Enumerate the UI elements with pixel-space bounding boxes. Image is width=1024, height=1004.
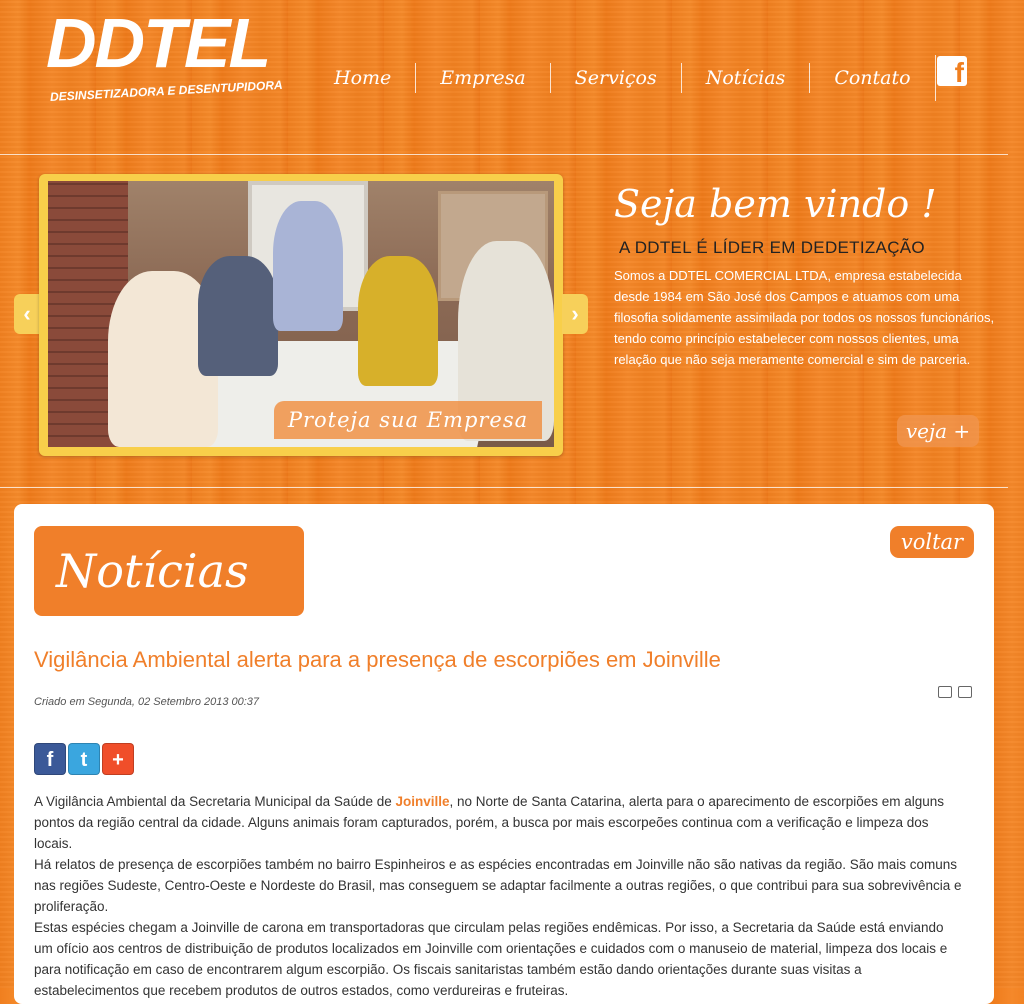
print-icon[interactable] [938, 686, 952, 698]
share-buttons: f t + [34, 743, 134, 775]
email-icon[interactable] [958, 686, 972, 698]
back-button[interactable]: voltar [890, 526, 974, 558]
content-panel: Notícias voltar Vigilância Ambiental ale… [14, 504, 994, 1004]
nav-contato[interactable]: Contato [810, 67, 934, 89]
share-twitter-icon[interactable]: t [68, 743, 100, 775]
section-title: Notícias [34, 526, 304, 616]
nav-separator [934, 55, 936, 101]
welcome-text: Somos a DDTEL COMERCIAL LTDA, empresa es… [614, 268, 995, 367]
logo-title: DDTEL [46, 4, 271, 82]
joinville-link[interactable]: Joinville [395, 794, 449, 809]
nav-home[interactable]: Home [310, 67, 415, 89]
nav-servicos[interactable]: Serviços [551, 67, 681, 89]
nav-empresa[interactable]: Empresa [416, 67, 549, 89]
veja-mais-button[interactable]: veja + [897, 415, 979, 447]
article-paragraph: Há relatos de presença de escorpiões tam… [34, 857, 962, 914]
facebook-icon[interactable]: f [937, 56, 967, 86]
article-date: Criado em Segunda, 02 Setembro 2013 00:3… [34, 696, 260, 708]
image-slider: Proteja sua Empresa [39, 174, 563, 456]
article-paragraph: A Vigilância Ambiental da Secretaria Mun… [34, 794, 945, 851]
welcome-subtitle: A DDTEL É LÍDER EM DEDETIZAÇÃO [619, 238, 925, 257]
welcome-title: Seja bem vindo ! [614, 182, 937, 226]
article-paragraph: Estas espécies chegam a Joinville de car… [34, 920, 948, 998]
article-body: A Vigilância Ambiental da Secretaria Mun… [34, 791, 964, 1001]
article-title[interactable]: Vigilância Ambiental alerta para a prese… [34, 647, 721, 673]
share-more-icon[interactable]: + [102, 743, 134, 775]
slider-next-button[interactable]: › [562, 294, 588, 334]
main-nav: Home Empresa Serviços Notícias Contato [310, 50, 936, 106]
nav-noticias[interactable]: Notícias [682, 67, 810, 89]
slider-prev-button[interactable]: ‹ [14, 294, 40, 334]
divider-top [0, 154, 1008, 155]
article-tools [938, 686, 972, 698]
ddtel-logo[interactable]: DDTEL DESINSETIZADORA E DESENTUPIDORA [46, 8, 283, 118]
share-facebook-icon[interactable]: f [34, 743, 66, 775]
slider-caption: Proteja sua Empresa [274, 401, 542, 439]
divider-bottom [0, 487, 1008, 488]
slider-photo: Proteja sua Empresa [48, 181, 554, 447]
